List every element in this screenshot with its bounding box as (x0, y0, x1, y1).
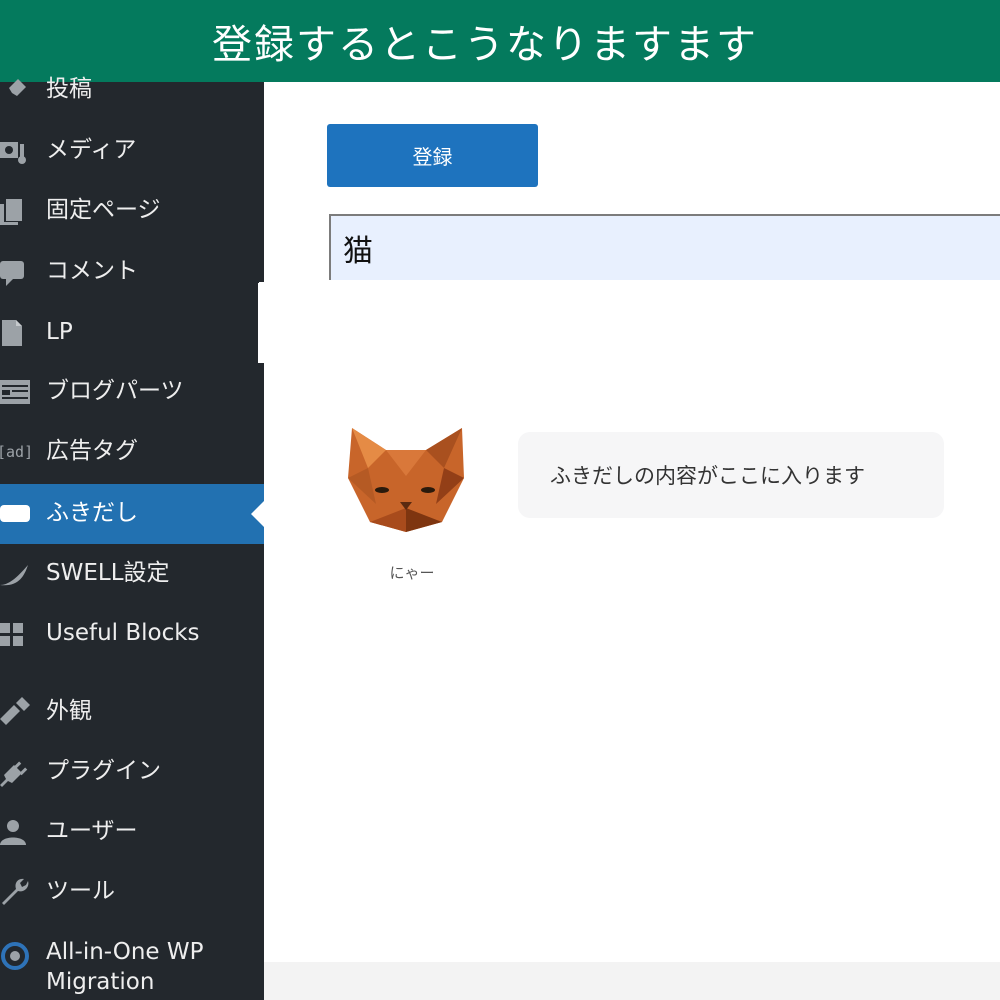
wrench-icon (0, 876, 32, 908)
sidebar-item-all-in-one-wp-migration[interactable]: All-in-One WP Migration (0, 934, 264, 1000)
sidebar-item-swell-settings[interactable]: SWELL設定 (0, 546, 264, 602)
sidebar-item-label: ブログパーツ (46, 378, 184, 405)
sidebar-item-label-line2: Migration (46, 968, 155, 995)
footer-strip (264, 962, 1000, 1000)
speech-bubble-icon (0, 498, 32, 530)
sidebar-item-label: SWELL設定 (46, 560, 170, 587)
sidebar-item-ad-tags[interactable]: [ad] 広告タグ (0, 424, 264, 480)
sidebar-item-label: プラグイン (46, 758, 161, 785)
avatar-name: にゃー (389, 564, 435, 582)
sidebar-item-label: 固定ページ (46, 197, 161, 224)
migration-icon (0, 940, 32, 972)
layout-icon (0, 376, 32, 408)
sidebar-item-plugins[interactable]: プラグイン (0, 744, 264, 800)
sidebar-item-media[interactable]: メディア (0, 123, 264, 179)
divider (259, 282, 1000, 288)
pin-icon (0, 74, 32, 106)
sidebar-item-label-line1: All-in-One WP (46, 939, 204, 965)
sidebar-item-label: メディア (46, 137, 137, 164)
banner-text: 登録するとこうなりますます (212, 22, 758, 68)
sidebar-item-pages[interactable]: 固定ページ (0, 183, 264, 239)
sidebar-item-users[interactable]: ユーザー (0, 804, 264, 860)
comment-icon (0, 256, 32, 288)
sidebar-item-comments[interactable]: コメント (0, 244, 264, 300)
pages-icon (0, 195, 32, 227)
brush-icon (0, 696, 32, 728)
sidebar-item-useful-blocks[interactable]: Useful Blocks (0, 606, 264, 662)
sidebar-item-lp[interactable]: LP (0, 305, 264, 361)
sidebar-item-label: 広告タグ (46, 438, 138, 465)
sidebar-item-label: All-in-One WP Migration (46, 938, 203, 998)
plugin-icon (0, 756, 32, 788)
sidebar-item-blog-parts[interactable]: ブログパーツ (0, 364, 264, 420)
ad-icon-text: [ad] (0, 443, 34, 461)
sidebar-item-appearance[interactable]: 外観 (0, 684, 264, 740)
user-icon (0, 816, 32, 848)
sidebar-item-label: 投稿 (46, 76, 92, 103)
sidebar-item-label: ツール (46, 878, 115, 905)
ad-icon: [ad] (0, 436, 44, 468)
sidebar-item-fukidashi[interactable]: ふきだし (0, 484, 264, 544)
admin-sidebar: 投稿 メディア 固定ページ コメント LP ブログパーツ [ad] 広告タグ ふ… (0, 76, 264, 1000)
grid-icon (0, 618, 32, 650)
sidebar-item-label: コメント (46, 258, 138, 285)
sidebar-item-label: ふきだし (46, 500, 138, 527)
active-indicator (251, 501, 264, 527)
sidebar-item-posts[interactable]: 投稿 (0, 62, 264, 118)
media-icon (0, 135, 32, 167)
sidebar-item-label: ユーザー (46, 818, 138, 845)
cat-avatar (348, 428, 464, 532)
name-field-wrapper (329, 214, 1000, 280)
sidebar-item-label: Useful Blocks (46, 620, 200, 647)
sidebar-item-label: 外観 (46, 698, 92, 725)
sidebar-item-label: LP (46, 319, 73, 346)
document-icon (0, 317, 32, 349)
sidebar-item-tools[interactable]: ツール (0, 864, 264, 920)
swell-icon (0, 558, 32, 590)
register-button[interactable]: 登録 (327, 124, 538, 187)
speech-bubble: ふきだしの内容がここに入ります (518, 432, 944, 518)
speech-bubble-text: ふきだしの内容がここに入ります (550, 464, 865, 488)
name-input[interactable] (343, 226, 983, 270)
